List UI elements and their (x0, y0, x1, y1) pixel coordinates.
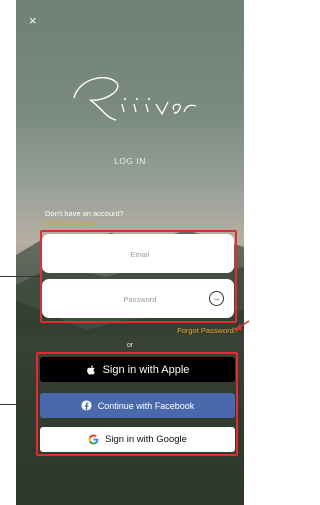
credentials-highlight-box (40, 230, 237, 323)
page-title: LOG IN (114, 156, 146, 166)
or-divider: or (126, 342, 134, 349)
close-icon[interactable]: × (29, 14, 37, 27)
social-login-callout-line (0, 404, 36, 405)
create-account-link[interactable]: Create Account (45, 219, 96, 228)
social-login-highlight-box (36, 352, 238, 456)
credentials-callout-line (0, 276, 40, 277)
forgot-password-arrow-icon (234, 320, 250, 330)
account-prompt: Don't have an account? (45, 209, 124, 218)
riiiver-logo (73, 77, 197, 121)
forgot-password-link[interactable]: Forgot Password? (177, 326, 238, 335)
